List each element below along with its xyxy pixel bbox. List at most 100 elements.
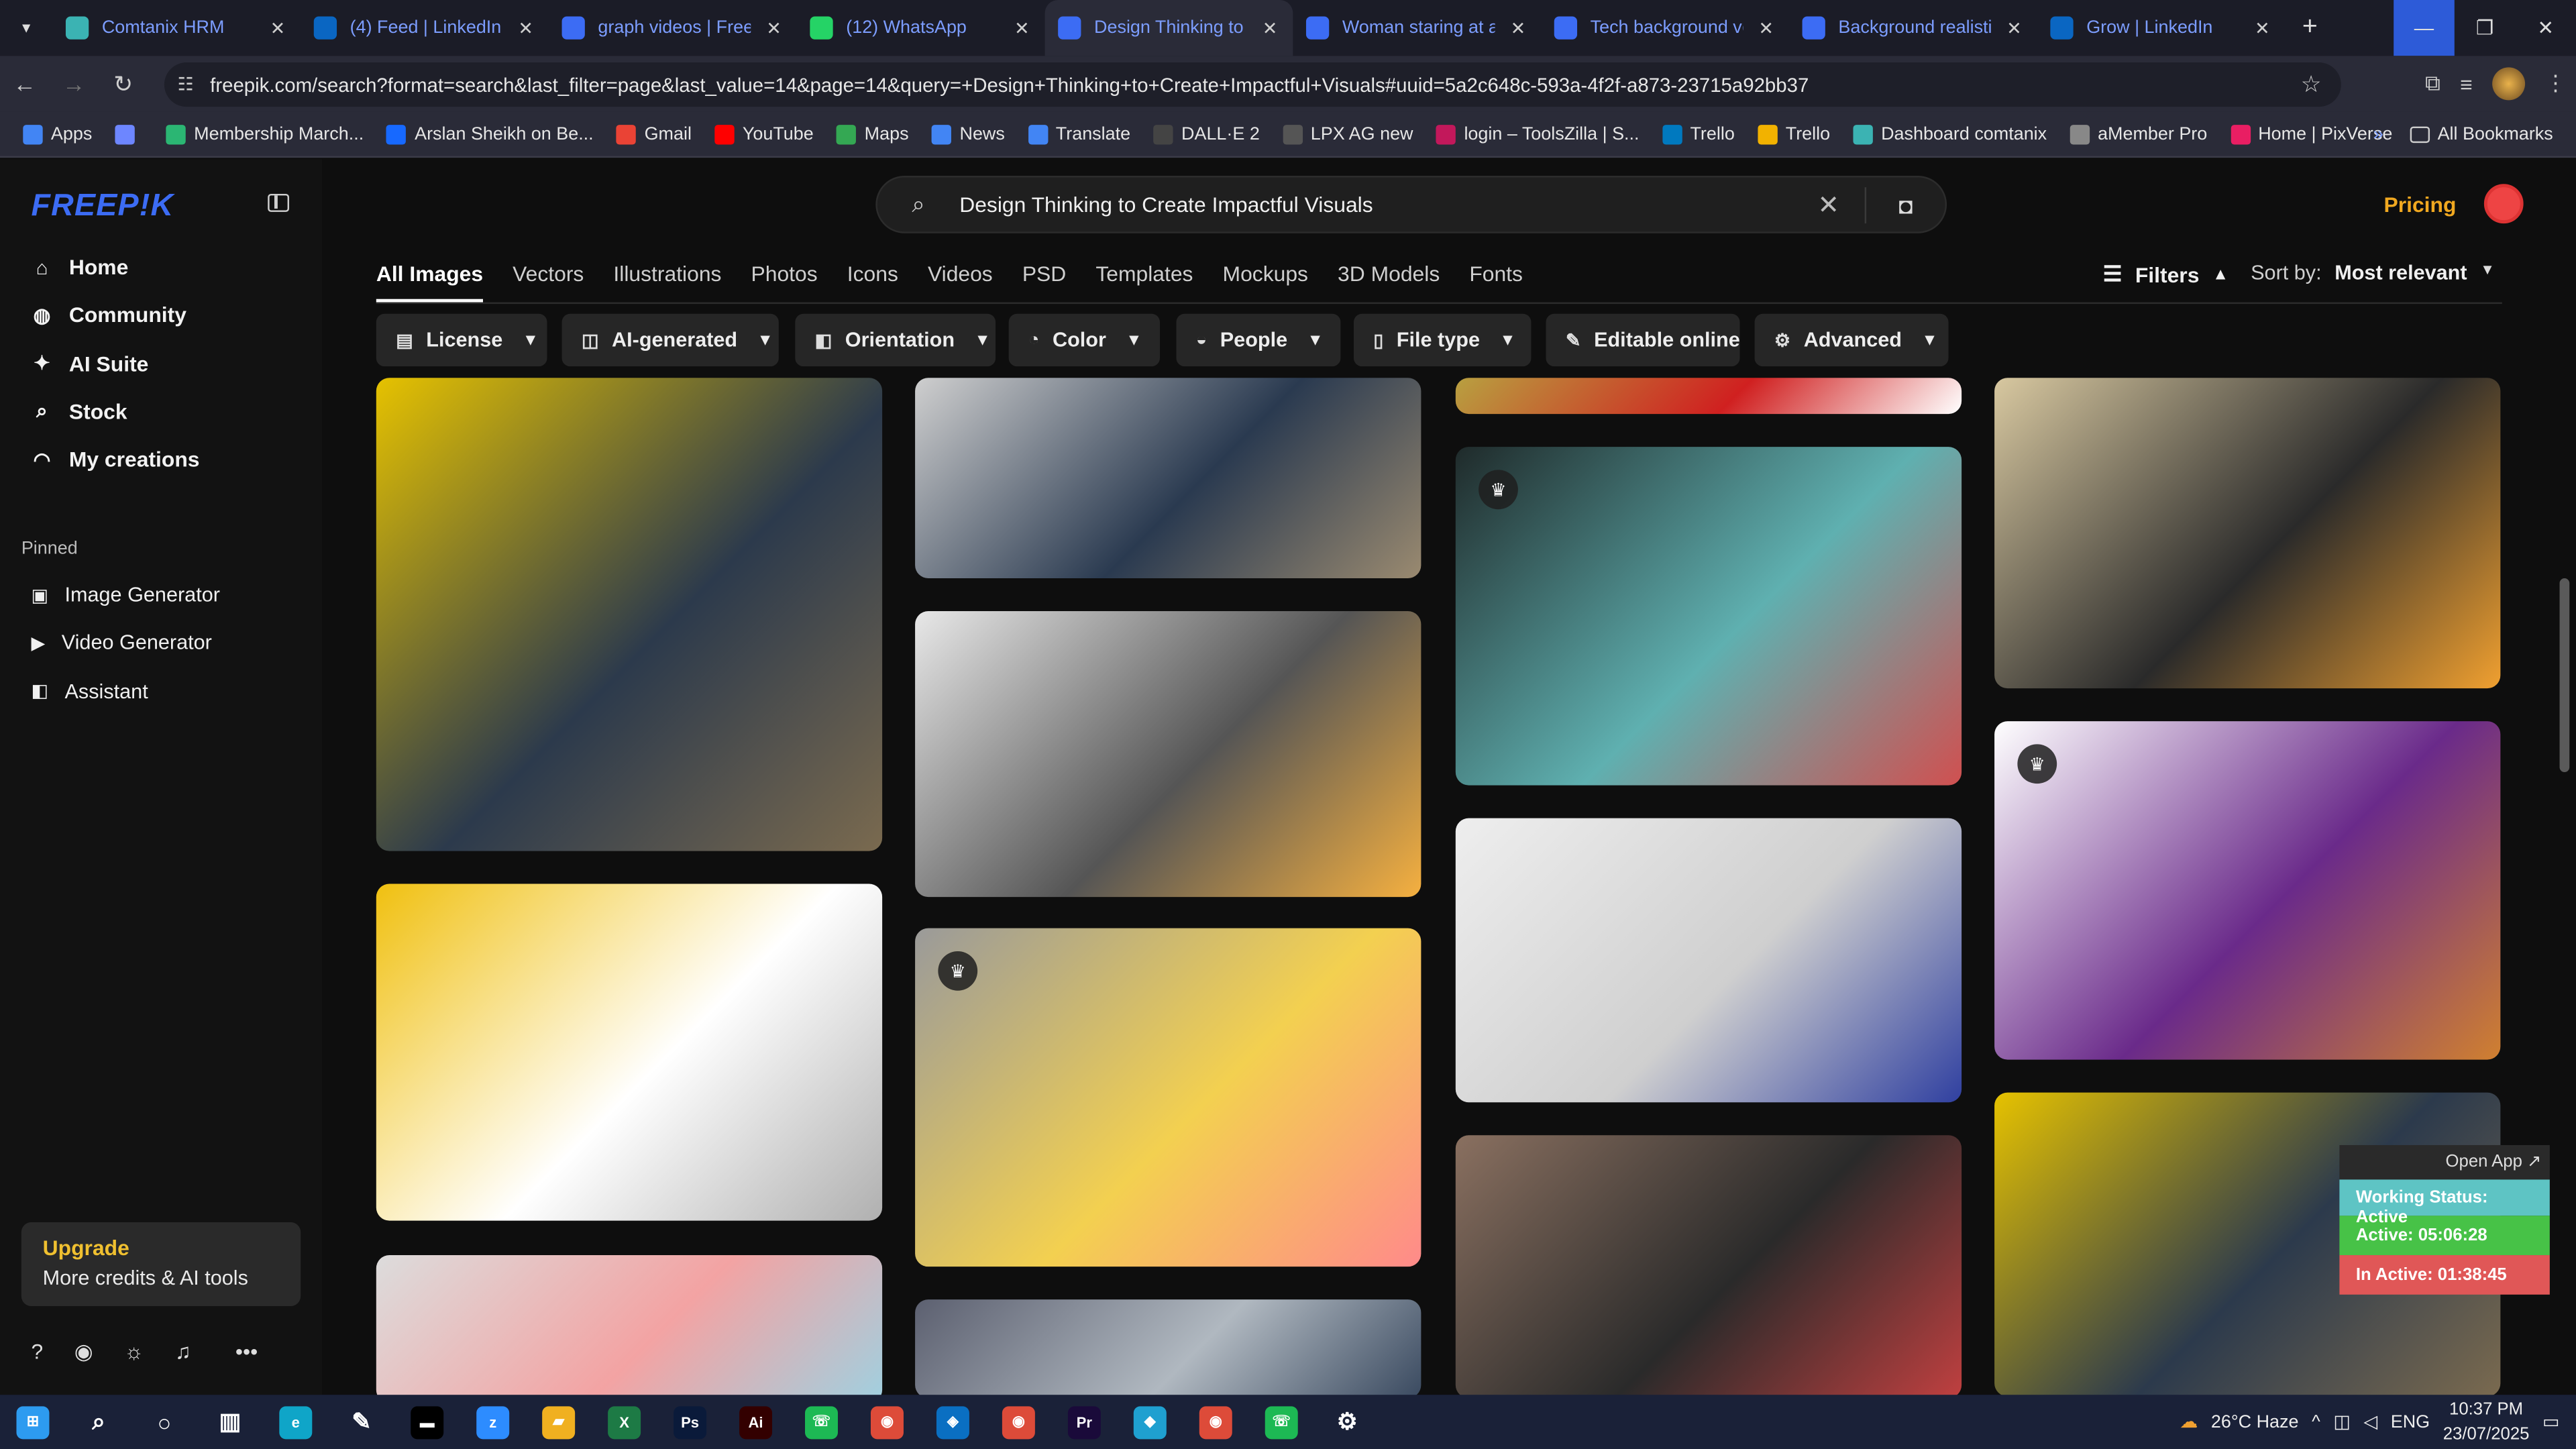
browser-tab[interactable]: (12) WhatsApp ✕ xyxy=(797,0,1045,56)
image-card[interactable] xyxy=(376,883,883,1221)
tab-close-icon[interactable]: ✕ xyxy=(1012,17,1032,38)
filters-toggle[interactable]: ☰ Filters ▲ xyxy=(2103,261,2229,287)
language-indicator[interactable]: ENG xyxy=(2391,1412,2430,1432)
pen-button[interactable]: ✎ xyxy=(329,1395,394,1449)
excel-button[interactable]: X xyxy=(592,1395,657,1449)
extensions-icon[interactable]: ⧉ xyxy=(2425,70,2440,97)
network-icon[interactable]: ◫ xyxy=(2333,1411,2350,1432)
tab-icons[interactable]: Icons xyxy=(847,261,898,302)
sort-control[interactable]: Sort by: Most relevant ▼ xyxy=(2251,261,2495,284)
bookmark-item[interactable]: Gmail xyxy=(616,123,692,144)
user-avatar[interactable] xyxy=(2483,184,2524,224)
tab-illustrations[interactable]: Illustrations xyxy=(613,261,721,302)
browser-tab[interactable]: Design Thinking to C ✕ xyxy=(1044,0,1293,56)
bookmark-item[interactable]: Apps xyxy=(23,123,92,144)
bookmark-item[interactable]: Trello xyxy=(1758,123,1830,144)
site-info-icon[interactable]: ☷ xyxy=(177,74,193,95)
image-card[interactable] xyxy=(1455,1135,1962,1399)
browser-tab[interactable]: Comtanix HRM ✕ xyxy=(52,0,301,56)
search-bar[interactable]: ⌕ Design Thinking to Create Impactful Vi… xyxy=(875,176,1947,233)
tab-close-icon[interactable]: ✕ xyxy=(2004,17,2024,38)
browser-tab[interactable]: Grow | LinkedIn ✕ xyxy=(2037,0,2286,56)
phone-link-button[interactable]: ☏ xyxy=(789,1395,855,1449)
edge-button[interactable]: e xyxy=(263,1395,329,1449)
tab-videos[interactable]: Videos xyxy=(928,261,993,302)
bookmark-item[interactable]: LPX AG new xyxy=(1283,123,1413,144)
image-card[interactable] xyxy=(376,1255,883,1403)
image-card[interactable]: ♛ xyxy=(915,928,1421,1267)
image-card[interactable] xyxy=(1455,378,1962,415)
theme-icon[interactable]: ☼ xyxy=(124,1339,144,1365)
tab-templates[interactable]: Templates xyxy=(1095,261,1193,302)
browser-tab[interactable]: Woman staring at a ✕ xyxy=(1293,0,1541,56)
tab-3d-models[interactable]: 3D Models xyxy=(1338,261,1440,302)
camera-search-icon[interactable]: ◘ xyxy=(1866,191,1945,217)
image-card[interactable]: ♛ xyxy=(1455,447,1962,786)
tab-close-icon[interactable]: ✕ xyxy=(516,17,535,38)
sidebar-item-my-creations[interactable]: ◠ My creations xyxy=(32,447,200,472)
taskbar-search-button[interactable]: ⌕ xyxy=(66,1395,131,1449)
zoom-button[interactable]: z xyxy=(460,1395,526,1449)
tray-chevron-icon[interactable]: ^ xyxy=(2312,1412,2320,1432)
terminal-button[interactable]: ▬ xyxy=(394,1395,460,1449)
all-bookmarks[interactable]: All Bookmarks xyxy=(2409,125,2553,145)
file-explorer-button[interactable]: ▰ xyxy=(526,1395,592,1449)
chrome-active-button[interactable]: ◉ xyxy=(985,1395,1051,1449)
speaker-icon[interactable]: ◁ xyxy=(2363,1411,2377,1432)
notification-icon[interactable]: ▭ xyxy=(2542,1411,2559,1432)
more-icon[interactable]: ••• xyxy=(235,1339,258,1365)
filter-chip-people[interactable]: ◒ People ▼ xyxy=(1176,313,1341,367)
tab-psd[interactable]: PSD xyxy=(1022,261,1066,302)
bookmark-item[interactable]: Maps xyxy=(837,123,909,144)
tab-close-icon[interactable]: ✕ xyxy=(2253,17,2272,38)
help-icon[interactable]: ? xyxy=(32,1339,44,1365)
image-card[interactable] xyxy=(915,378,1421,579)
filter-chip-editable-online[interactable]: ✎ Editable online xyxy=(1546,313,1740,367)
back-icon[interactable]: ← xyxy=(0,70,49,97)
minimize-icon[interactable]: — xyxy=(2394,0,2455,56)
tab-fonts[interactable]: Fonts xyxy=(1469,261,1523,302)
image-card[interactable] xyxy=(376,378,883,851)
filter-chip-license[interactable]: ▤ License ▼ xyxy=(376,313,547,367)
tab-close-icon[interactable]: ✕ xyxy=(1508,17,1527,38)
pinned-item-image-generator[interactable]: ▣ Image Generator xyxy=(32,583,220,606)
vscode-button[interactable]: ◈ xyxy=(920,1395,985,1449)
bookmark-item[interactable]: News xyxy=(931,123,1005,144)
filter-chip-advanced[interactable]: ⚙ Advanced ▼ xyxy=(1754,313,1949,367)
page-scrollbar[interactable] xyxy=(2559,578,2570,773)
restore-icon[interactable]: ❐ xyxy=(2455,0,2516,56)
pricing-link[interactable]: Pricing xyxy=(2383,193,2456,217)
bookmark-item[interactable]: Trello xyxy=(1662,123,1735,144)
sidebar-item-stock[interactable]: ⌕ Stock xyxy=(32,399,127,424)
remote-button[interactable]: ◆ xyxy=(1117,1395,1183,1449)
upgrade-card[interactable]: Upgrade More credits & AI tools xyxy=(21,1222,301,1306)
bookmark-item[interactable] xyxy=(115,123,144,144)
tab-close-icon[interactable]: ✕ xyxy=(1260,17,1279,38)
filter-chip-ai-generated[interactable]: ◫ AI-generated ▼ xyxy=(561,313,779,367)
browser-tab[interactable]: (4) Feed | LinkedIn ✕ xyxy=(301,0,549,56)
bookmark-item[interactable]: aMember Pro xyxy=(2070,123,2207,144)
pinned-item-assistant[interactable]: ◧ Assistant xyxy=(32,680,148,702)
omnibox[interactable]: ☷ freepik.com/search?format=search&last_… xyxy=(164,62,2341,107)
close-window-icon[interactable]: ✕ xyxy=(2515,0,2576,56)
profile-avatar[interactable] xyxy=(2492,67,2526,101)
sidebar-item-home[interactable]: ⌂ Home xyxy=(32,255,129,280)
bookmark-item[interactable]: DALL·E 2 xyxy=(1153,123,1260,144)
image-card[interactable] xyxy=(1994,378,2501,689)
tab-close-icon[interactable]: ✕ xyxy=(764,17,784,38)
filter-chip-orientation[interactable]: ◧ Orientation ▼ xyxy=(795,313,996,367)
browser-tab[interactable]: graph videos | Freepik ✕ xyxy=(549,0,797,56)
media-icon[interactable]: ≡ xyxy=(2460,72,2473,97)
chrome-profile-button[interactable]: ◉ xyxy=(1183,1395,1248,1449)
more-bookmarks-icon[interactable]: » xyxy=(2373,125,2383,144)
clock[interactable]: 10:37 PM 23/07/2025 xyxy=(2443,1397,2530,1446)
image-card[interactable] xyxy=(915,611,1421,898)
windows-start-button[interactable]: ⊞ xyxy=(0,1395,66,1449)
open-app-link[interactable]: Open App ↗ xyxy=(2339,1144,2550,1180)
bookmark-item[interactable]: Home | PixVerse xyxy=(2230,123,2392,144)
bookmark-item[interactable]: Dashboard comtanix xyxy=(1853,123,2047,144)
bookmark-item[interactable]: Membership March... xyxy=(166,123,364,144)
clear-search-icon[interactable]: ✕ xyxy=(1792,188,1865,221)
tab-search-icon[interactable]: ▾ xyxy=(0,0,52,56)
bookmark-item[interactable]: YouTube xyxy=(714,123,814,144)
